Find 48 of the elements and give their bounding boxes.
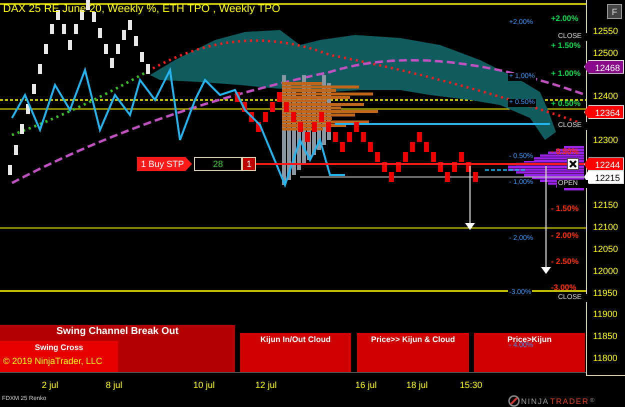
price-marker: 12215 [584,170,624,184]
order-count-badge[interactable]: 1 [242,157,256,171]
price-tick-label: 11900 [593,308,618,320]
price-tick-label: 11800 [593,352,618,364]
price-tick-label: 12500 [593,46,618,59]
percent-level-label: - 2.00% [550,231,580,241]
price-marker: 12244 [584,157,624,172]
price-tick-label: 12000 [593,264,618,277]
time-axis-label: 2 jul [40,380,60,390]
down-arrow-icon [465,166,475,230]
percent-level-label: - 2.50% [550,257,580,267]
order-type-tag[interactable]: 1 Buy STP [137,157,192,171]
signal-panel-title: Price>> Kijun & Cloud [370,335,455,344]
time-axis-label: 15:30 [458,380,484,390]
price-tick-label: 12050 [593,243,618,255]
signal-panel-title: Price>Kijun [507,335,552,344]
logo-icon [508,395,520,407]
price-marker: 12468 [584,60,624,74]
price-tick-label: 12400 [593,90,618,102]
price-tick-label: 11950 [593,286,618,299]
percent-level-label: +2.00% [550,14,580,24]
options-button[interactable]: F [607,4,622,19]
price-marker: 12364 [584,105,624,120]
price-tick-label: 12300 [593,134,618,146]
time-axis-label: 8 jul [104,380,124,390]
signal-panel-title: Swing Cross [34,343,84,352]
percent-level-label: + 1.00% [550,69,582,79]
percent-level-label: + 0.50% [550,99,582,109]
price-tick-label: 12550 [593,25,618,37]
down-arrow-icon [541,166,551,274]
signal-panel-title: Kijun In/Out Cloud [260,335,331,344]
logo-text: NINJA [521,396,550,406]
chart-title: DAX 25 RE June 20, Weekly %, ETH TPO , Weekly TPO [3,3,280,15]
percent-level-label: -3.00% [550,283,578,293]
price-tick-label: 11850 [593,330,618,342]
percent-level-label: + 1.50% [550,41,582,51]
order-quantity-field[interactable]: 28 [194,157,242,171]
percent-level-label: - 1.50% [550,204,580,214]
logo-text: TRADER [550,396,590,406]
time-axis-label: 10 jul [192,380,216,390]
time-axis-label: 16 jul [354,380,378,390]
price-tick-label: 12150 [593,199,618,212]
signal-panel-title: Swing Channel Break Out [56,326,179,337]
time-axis-label: 18 jul [405,380,429,390]
time-axis-label: 12 jul [254,380,278,390]
price-tick-label: 12100 [593,221,618,234]
close-icon[interactable] [567,158,579,170]
copyright-text: © 2019 NinjaTrader, LLC [3,356,102,366]
